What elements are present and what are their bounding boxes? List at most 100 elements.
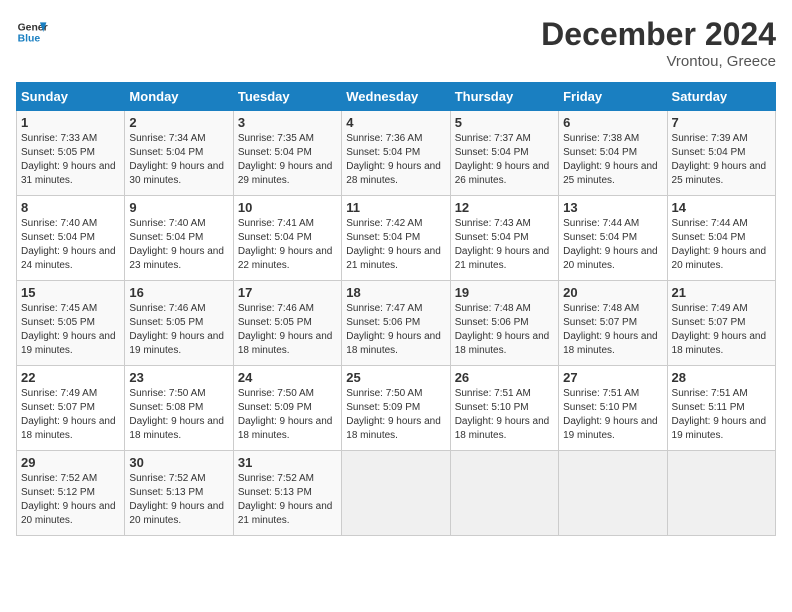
day-info: Sunrise: 7:50 AM Sunset: 5:08 PM Dayligh… — [129, 387, 228, 443]
calendar-body: 1 Sunrise: 7:33 AM Sunset: 5:05 PM Daylig… — [17, 111, 776, 536]
day-info: Sunrise: 7:51 AM Sunset: 5:10 PM Dayligh… — [563, 387, 662, 443]
calendar-cell: 18 Sunrise: 7:47 AM Sunset: 5:06 PM Dayli… — [342, 281, 450, 366]
calendar-cell: 15Sunrise: 7:45 AM Sunset: 5:05 PM Dayli… — [17, 281, 125, 366]
day-number: 17 — [238, 285, 337, 300]
day-number: 25 — [346, 370, 445, 385]
day-header-thursday: Thursday — [450, 83, 558, 111]
day-number: 16 — [129, 285, 228, 300]
day-header-sunday: Sunday — [17, 83, 125, 111]
day-number: 20 — [563, 285, 662, 300]
calendar-cell: 19 Sunrise: 7:48 AM Sunset: 5:06 PM Dayli… — [450, 281, 558, 366]
day-number: 12 — [455, 200, 554, 215]
day-number: 22 — [21, 370, 120, 385]
day-info: Sunrise: 7:44 AM Sunset: 5:04 PM Dayligh… — [563, 217, 662, 273]
day-header-saturday: Saturday — [667, 83, 775, 111]
calendar-cell: 4 Sunrise: 7:36 AM Sunset: 5:04 PM Daylig… — [342, 111, 450, 196]
day-info: Sunrise: 7:46 AM Sunset: 5:05 PM Dayligh… — [238, 302, 337, 358]
calendar-cell: 22Sunrise: 7:49 AM Sunset: 5:07 PM Dayli… — [17, 366, 125, 451]
day-info: Sunrise: 7:34 AM Sunset: 5:04 PM Dayligh… — [129, 132, 228, 188]
calendar-cell: 5 Sunrise: 7:37 AM Sunset: 5:04 PM Daylig… — [450, 111, 558, 196]
calendar-week-4: 22Sunrise: 7:49 AM Sunset: 5:07 PM Dayli… — [17, 366, 776, 451]
day-info: Sunrise: 7:48 AM Sunset: 5:06 PM Dayligh… — [455, 302, 554, 358]
day-info: Sunrise: 7:50 AM Sunset: 5:09 PM Dayligh… — [346, 387, 445, 443]
day-header-wednesday: Wednesday — [342, 83, 450, 111]
calendar-cell: 9 Sunrise: 7:40 AM Sunset: 5:04 PM Daylig… — [125, 196, 233, 281]
day-number: 5 — [455, 115, 554, 130]
day-info: Sunrise: 7:36 AM Sunset: 5:04 PM Dayligh… — [346, 132, 445, 188]
calendar-cell: 12 Sunrise: 7:43 AM Sunset: 5:04 PM Dayli… — [450, 196, 558, 281]
day-number: 21 — [672, 285, 771, 300]
day-info: Sunrise: 7:38 AM Sunset: 5:04 PM Dayligh… — [563, 132, 662, 188]
day-info: Sunrise: 7:52 AM Sunset: 5:12 PM Dayligh… — [21, 472, 120, 528]
day-info: Sunrise: 7:42 AM Sunset: 5:04 PM Dayligh… — [346, 217, 445, 273]
day-number: 2 — [129, 115, 228, 130]
day-number: 26 — [455, 370, 554, 385]
calendar-cell: 16 Sunrise: 7:46 AM Sunset: 5:05 PM Dayli… — [125, 281, 233, 366]
calendar-cell: 2 Sunrise: 7:34 AM Sunset: 5:04 PM Daylig… — [125, 111, 233, 196]
day-number: 7 — [672, 115, 771, 130]
day-info: Sunrise: 7:43 AM Sunset: 5:04 PM Dayligh… — [455, 217, 554, 273]
calendar-cell: 21 Sunrise: 7:49 AM Sunset: 5:07 PM Dayli… — [667, 281, 775, 366]
day-number: 18 — [346, 285, 445, 300]
calendar-cell: 29 Sunrise: 7:52 AM Sunset: 5:12 PM Dayli… — [17, 451, 125, 536]
day-header-tuesday: Tuesday — [233, 83, 341, 111]
day-info: Sunrise: 7:37 AM Sunset: 5:04 PM Dayligh… — [455, 132, 554, 188]
day-number: 29 — [21, 455, 120, 470]
calendar-table: SundayMondayTuesdayWednesdayThursdayFrid… — [16, 82, 776, 536]
calendar-cell — [559, 451, 667, 536]
day-number: 9 — [129, 200, 228, 215]
day-number: 23 — [129, 370, 228, 385]
calendar-cell: 17 Sunrise: 7:46 AM Sunset: 5:05 PM Dayli… — [233, 281, 341, 366]
header: General Blue December 2024 Vrontou, Gree… — [16, 16, 776, 70]
title-area: December 2024 Vrontou, Greece — [541, 16, 776, 70]
calendar-cell: 23 Sunrise: 7:50 AM Sunset: 5:08 PM Dayli… — [125, 366, 233, 451]
day-info: Sunrise: 7:49 AM Sunset: 5:07 PM Dayligh… — [672, 302, 771, 358]
calendar-cell: 14 Sunrise: 7:44 AM Sunset: 5:04 PM Dayli… — [667, 196, 775, 281]
calendar-cell: 27 Sunrise: 7:51 AM Sunset: 5:10 PM Dayli… — [559, 366, 667, 451]
day-info: Sunrise: 7:52 AM Sunset: 5:13 PM Dayligh… — [129, 472, 228, 528]
logo: General Blue — [16, 16, 48, 48]
day-number: 3 — [238, 115, 337, 130]
calendar-cell: 6 Sunrise: 7:38 AM Sunset: 5:04 PM Daylig… — [559, 111, 667, 196]
calendar-cell: 24Sunrise: 7:50 AM Sunset: 5:09 PM Dayli… — [233, 366, 341, 451]
day-info: Sunrise: 7:44 AM Sunset: 5:04 PM Dayligh… — [672, 217, 771, 273]
day-info: Sunrise: 7:35 AM Sunset: 5:04 PM Dayligh… — [238, 132, 337, 188]
day-number: 1 — [21, 115, 120, 130]
calendar-cell: 30 Sunrise: 7:52 AM Sunset: 5:13 PM Dayli… — [125, 451, 233, 536]
calendar-cell: 8 Sunrise: 7:40 AM Sunset: 5:04 PM Daylig… — [17, 196, 125, 281]
day-number: 8 — [21, 200, 120, 215]
calendar-cell: 31Sunrise: 7:52 AM Sunset: 5:13 PM Dayli… — [233, 451, 341, 536]
day-number: 6 — [563, 115, 662, 130]
location-subtitle: Vrontou, Greece — [541, 53, 776, 70]
day-info: Sunrise: 7:51 AM Sunset: 5:10 PM Dayligh… — [455, 387, 554, 443]
day-info: Sunrise: 7:46 AM Sunset: 5:05 PM Dayligh… — [129, 302, 228, 358]
day-number: 19 — [455, 285, 554, 300]
calendar-cell: 1 Sunrise: 7:33 AM Sunset: 5:05 PM Daylig… — [17, 111, 125, 196]
svg-text:Blue: Blue — [18, 34, 41, 45]
day-number: 10 — [238, 200, 337, 215]
day-info: Sunrise: 7:47 AM Sunset: 5:06 PM Dayligh… — [346, 302, 445, 358]
day-info: Sunrise: 7:40 AM Sunset: 5:04 PM Dayligh… — [129, 217, 228, 273]
calendar-cell: 20 Sunrise: 7:48 AM Sunset: 5:07 PM Dayli… — [559, 281, 667, 366]
calendar-week-3: 15Sunrise: 7:45 AM Sunset: 5:05 PM Dayli… — [17, 281, 776, 366]
day-header-monday: Monday — [125, 83, 233, 111]
day-number: 11 — [346, 200, 445, 215]
day-info: Sunrise: 7:33 AM Sunset: 5:05 PM Dayligh… — [21, 132, 120, 188]
calendar-cell: 11 Sunrise: 7:42 AM Sunset: 5:04 PM Dayli… — [342, 196, 450, 281]
logo-icon: General Blue — [16, 16, 48, 48]
day-info: Sunrise: 7:52 AM Sunset: 5:13 PM Dayligh… — [238, 472, 337, 528]
day-info: Sunrise: 7:48 AM Sunset: 5:07 PM Dayligh… — [563, 302, 662, 358]
day-number: 14 — [672, 200, 771, 215]
day-number: 4 — [346, 115, 445, 130]
calendar-cell: 26 Sunrise: 7:51 AM Sunset: 5:10 PM Dayli… — [450, 366, 558, 451]
calendar-cell — [667, 451, 775, 536]
calendar-cell: 13 Sunrise: 7:44 AM Sunset: 5:04 PM Dayli… — [559, 196, 667, 281]
month-title: December 2024 — [541, 16, 776, 53]
day-info: Sunrise: 7:40 AM Sunset: 5:04 PM Dayligh… — [21, 217, 120, 273]
calendar-week-5: 29 Sunrise: 7:52 AM Sunset: 5:12 PM Dayli… — [17, 451, 776, 536]
day-number: 13 — [563, 200, 662, 215]
day-number: 27 — [563, 370, 662, 385]
day-number: 28 — [672, 370, 771, 385]
day-number: 15 — [21, 285, 120, 300]
day-number: 30 — [129, 455, 228, 470]
